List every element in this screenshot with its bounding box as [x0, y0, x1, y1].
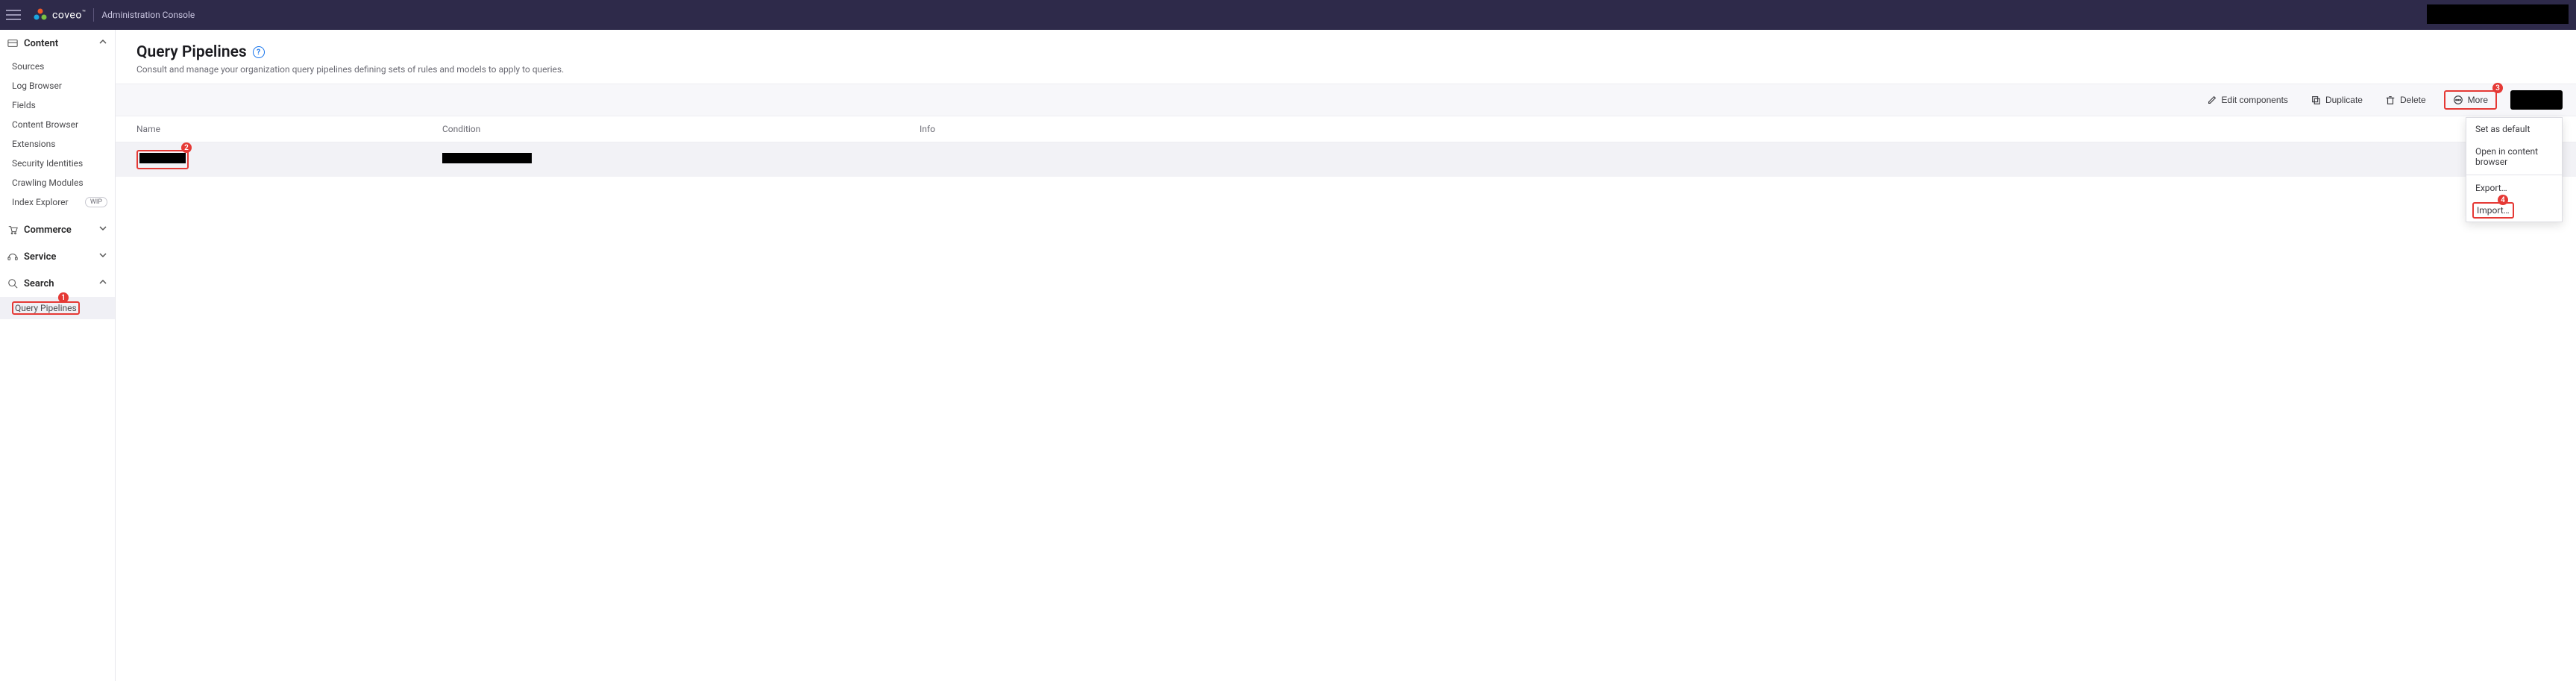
console-label: Administration Console [101, 10, 195, 20]
nav-label: Service [24, 251, 56, 263]
table-header: Name Condition Info D [116, 116, 2576, 142]
coveo-logo-icon [33, 7, 48, 22]
annotation-badge-3: 3 [2492, 83, 2503, 93]
topbar: coveo™ Administration Console [0, 0, 2576, 30]
sidebar-item-query-pipelines[interactable]: Query Pipelines 1 [0, 297, 115, 319]
sidebar-item-crawling-modules[interactable]: Crawling Modules [0, 173, 115, 192]
nav-section-commerce: Commerce [0, 216, 115, 243]
nav-section-service: Service [0, 243, 115, 270]
search-icon [7, 278, 18, 289]
nav-label: Search [24, 278, 54, 289]
nav-header-search[interactable]: Search [0, 270, 115, 297]
annotation-badge-1: 1 [58, 292, 69, 303]
trash-icon [2385, 95, 2396, 105]
divider [93, 8, 94, 22]
user-badge[interactable] [2427, 4, 2569, 24]
sidebar-item-log-browser[interactable]: Log Browser [0, 76, 115, 95]
nav-header-content[interactable]: Content [0, 30, 115, 57]
duplicate-button[interactable]: Duplicate [2306, 92, 2367, 108]
more-icon [2453, 95, 2463, 105]
sidebar-item-extensions[interactable]: Extensions [0, 134, 115, 154]
brand-logo[interactable]: coveo™ [33, 7, 86, 22]
sidebar-item-content-browser[interactable]: Content Browser [0, 115, 115, 134]
edit-icon [2207, 95, 2217, 105]
main-content: Query Pipelines ? Consult and manage you… [116, 30, 2576, 681]
edit-components-button[interactable]: Edit components [2202, 92, 2293, 108]
sidebar-item-index-explorer[interactable]: Index Explorer WIP [0, 192, 115, 212]
sidebar-item-sources[interactable]: Sources [0, 57, 115, 76]
pipeline-name-redacted [139, 153, 186, 163]
col-condition[interactable]: Condition [442, 124, 920, 134]
page-title: Query Pipelines [136, 43, 247, 61]
chevron-down-icon [98, 251, 107, 263]
nav-section-content: Content Sources Log Browser Fields Conte… [0, 30, 115, 216]
dropdown-export[interactable]: Export… [2466, 177, 2562, 199]
page-subtitle: Consult and manage your organization que… [136, 64, 2555, 75]
table-row[interactable]: 2 [116, 142, 2576, 177]
duplicate-icon [2310, 95, 2321, 105]
help-icon[interactable]: ? [253, 46, 265, 58]
brand-name: coveo™ [52, 9, 86, 22]
service-icon [7, 251, 18, 262]
dropdown-set-default[interactable]: Set as default [2466, 118, 2562, 140]
col-name[interactable]: Name [136, 124, 442, 134]
sidebar-item-fields[interactable]: Fields [0, 95, 115, 115]
pipelines-table: Name Condition Info D 2 [116, 116, 2576, 177]
nav-header-service[interactable]: Service [0, 243, 115, 270]
col-info[interactable]: Info [920, 124, 2525, 134]
more-dropdown: Set as default Open in content browser E… [2466, 117, 2563, 222]
content-icon [7, 38, 18, 48]
annotation-badge-4: 4 [2498, 195, 2508, 205]
toolbar: Edit components Duplicate Delete More 3 … [116, 84, 2576, 116]
page-header: Query Pipelines ? Consult and manage you… [116, 30, 2576, 84]
annotation-badge-2: 2 [181, 142, 192, 153]
dropdown-open-browser[interactable]: Open in content browser [2466, 140, 2562, 173]
nav-section-search: Search Query Pipelines 1 [0, 270, 115, 324]
chevron-down-icon [98, 224, 107, 236]
sidebar: Content Sources Log Browser Fields Conte… [0, 30, 116, 681]
primary-action-button[interactable] [2510, 90, 2563, 110]
nav-header-commerce[interactable]: Commerce [0, 216, 115, 243]
wip-badge: WIP [85, 197, 107, 207]
delete-button[interactable]: Delete [2381, 92, 2431, 108]
sidebar-item-security-identities[interactable]: Security Identities [0, 154, 115, 173]
nav-label: Content [24, 38, 58, 49]
chevron-up-icon [98, 37, 107, 49]
hamburger-menu-icon[interactable] [6, 6, 24, 24]
chevron-up-icon [98, 277, 107, 289]
nav-label: Commerce [24, 225, 72, 236]
dropdown-import[interactable]: Import… 4 [2466, 199, 2562, 222]
more-button[interactable]: More [2444, 90, 2497, 110]
commerce-icon [7, 225, 18, 235]
pipeline-condition-redacted [442, 153, 532, 163]
